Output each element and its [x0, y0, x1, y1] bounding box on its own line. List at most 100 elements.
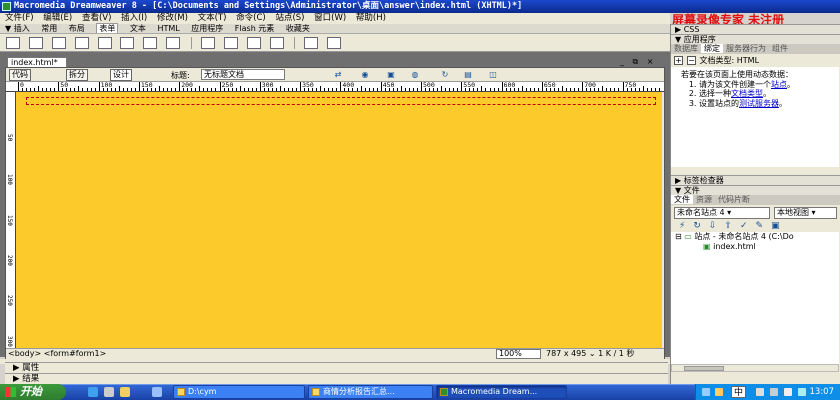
- moon-icon[interactable]: [756, 388, 764, 396]
- tag-selector[interactable]: <body> <form#form1>: [8, 349, 106, 359]
- ie-quicklaunch-icon[interactable]: [88, 387, 98, 397]
- globe-icon[interactable]: ◍: [408, 70, 422, 80]
- check-in-icon[interactable]: ✎: [756, 221, 764, 231]
- insert-tab-html[interactable]: HTML: [157, 24, 179, 33]
- volume-icon[interactable]: [798, 388, 806, 396]
- network-icon[interactable]: [702, 388, 710, 396]
- tree-file-index[interactable]: ▣ index.html: [671, 242, 839, 252]
- split-view-button[interactable]: 拆分: [66, 69, 88, 81]
- insert-bar-label[interactable]: ▼ 插入: [5, 24, 30, 33]
- menu-item-modify[interactable]: 修改(M): [157, 13, 188, 23]
- task-report[interactable]: 商情分析报告汇总...: [308, 385, 433, 399]
- show-desktop-icon[interactable]: [104, 387, 114, 397]
- tree-root[interactable]: ⊟ ▭ 站点 - 未命名站点 4 (C:\Do: [671, 232, 839, 242]
- menu-item-insert[interactable]: 插入(I): [121, 13, 147, 23]
- tag-inspector-header[interactable]: ▶ 标签检查器: [671, 175, 840, 185]
- hidden-field-icon[interactable]: [51, 37, 66, 49]
- label-icon[interactable]: [304, 37, 319, 49]
- punctuation-icon[interactable]: [770, 388, 778, 396]
- testing-server-link[interactable]: 测试服务器: [739, 99, 779, 108]
- minus-icon[interactable]: −: [687, 56, 696, 65]
- menu-item-commands[interactable]: 命令(C): [236, 13, 266, 23]
- results-panel-header[interactable]: ▶ 结果: [5, 373, 668, 384]
- doc-title-input[interactable]: [201, 69, 285, 80]
- scrollbar-thumb[interactable]: [684, 366, 724, 371]
- tab-components[interactable]: 组件: [769, 44, 791, 53]
- checkbox-icon[interactable]: [97, 37, 112, 49]
- ruler-tick: [594, 88, 596, 91]
- css-panel-header[interactable]: ▶ CSS: [671, 24, 840, 34]
- insert-tab-favorites[interactable]: 收藏夹: [286, 24, 310, 33]
- view-options-icon[interactable]: ▤: [461, 70, 475, 80]
- refresh-icon[interactable]: ↻: [438, 70, 452, 80]
- task-folder-cym[interactable]: D:\cym: [173, 385, 305, 399]
- site-link[interactable]: 站点: [771, 80, 787, 89]
- radio-button-icon[interactable]: [120, 37, 135, 49]
- image-field-icon[interactable]: [223, 37, 238, 49]
- menu-item-help[interactable]: 帮助(H): [356, 13, 386, 23]
- menu-item-edit[interactable]: 编辑(E): [43, 13, 72, 23]
- insert-tab-text[interactable]: 文本: [130, 24, 146, 33]
- menu-item-view[interactable]: 查看(V): [82, 13, 111, 23]
- ruler-tick: [477, 88, 479, 91]
- files-horizontal-scrollbar[interactable]: [671, 364, 839, 372]
- jump-menu-icon[interactable]: [200, 37, 215, 49]
- debug-browser-icon[interactable]: ▣: [384, 70, 398, 80]
- ruler-tick: [114, 88, 116, 91]
- tab-server-behaviors[interactable]: 服务器行为: [723, 44, 769, 53]
- put-files-icon[interactable]: ⇧: [724, 221, 732, 231]
- menu-item-text[interactable]: 文本(T): [198, 13, 227, 23]
- file-management-icon[interactable]: ⇄: [331, 70, 345, 80]
- check-out-icon[interactable]: ✓: [740, 221, 748, 231]
- tab-bindings[interactable]: 绑定: [701, 44, 723, 53]
- insert-tab-application[interactable]: 应用程序: [191, 24, 223, 33]
- start-button[interactable]: 开始: [0, 384, 66, 400]
- menu-item-window[interactable]: 窗口(W): [314, 13, 346, 23]
- insert-tab-forms[interactable]: 表单: [96, 23, 119, 33]
- ruler-tick: [195, 88, 197, 91]
- document-window-controls[interactable]: _ ⧉ ×: [620, 57, 657, 67]
- insert-tab-layout[interactable]: 布局: [69, 24, 85, 33]
- explorer-quicklaunch-icon[interactable]: [120, 387, 130, 397]
- plus-icon[interactable]: +: [674, 56, 683, 65]
- files-panel-header[interactable]: ▼ 文件: [671, 185, 840, 195]
- refresh-icon[interactable]: ↻: [693, 221, 701, 231]
- tab-files[interactable]: 文件: [671, 195, 693, 204]
- properties-panel-header[interactable]: ▶ 属性: [5, 362, 668, 373]
- visual-aids-icon[interactable]: ◫: [486, 70, 500, 80]
- preview-browser-icon[interactable]: ◉: [358, 70, 372, 80]
- doc-type-link[interactable]: 文档类型: [731, 89, 763, 98]
- form-icon[interactable]: [6, 37, 20, 49]
- fieldset-icon[interactable]: [327, 37, 342, 49]
- textarea-icon[interactable]: [74, 37, 89, 49]
- insert-tab-flash[interactable]: Flash 元素: [235, 24, 275, 33]
- tray-app-icon[interactable]: [715, 388, 723, 396]
- application-panel-header[interactable]: ▼ 应用程序: [671, 34, 840, 44]
- file-field-icon[interactable]: [246, 37, 261, 49]
- code-view-button[interactable]: 代码: [9, 69, 31, 81]
- text-field-icon[interactable]: [28, 37, 43, 49]
- radio-group-icon[interactable]: [143, 37, 158, 49]
- tab-assets[interactable]: 资源: [693, 195, 715, 204]
- get-files-icon[interactable]: ⇩: [709, 221, 717, 231]
- list-menu-icon[interactable]: [166, 37, 181, 49]
- form-outline[interactable]: [26, 97, 656, 105]
- design-view-button[interactable]: 设计: [110, 69, 132, 81]
- site-select[interactable]: 未命名站点 4 ▾: [674, 207, 770, 219]
- task-dreamweaver[interactable]: Macromedia Dream...: [436, 385, 567, 399]
- quicklaunch-expand-icon[interactable]: [152, 387, 162, 397]
- zoom-select[interactable]: 100%: [496, 349, 541, 359]
- tab-databases[interactable]: 数据库: [671, 44, 701, 53]
- expand-icon[interactable]: ▣: [771, 221, 780, 231]
- menu-item-site[interactable]: 站点(S): [275, 13, 304, 23]
- ruler-tick: [441, 86, 443, 91]
- connect-icon[interactable]: ⚡: [679, 221, 685, 231]
- ime-indicator[interactable]: 中: [731, 386, 747, 398]
- design-canvas[interactable]: [16, 92, 662, 348]
- keyboard-icon[interactable]: [784, 388, 792, 396]
- insert-tab-common[interactable]: 常用: [41, 24, 57, 33]
- tab-snippets[interactable]: 代码片断: [715, 195, 753, 204]
- button-icon[interactable]: [269, 37, 284, 49]
- view-select[interactable]: 本地视图 ▾: [774, 207, 837, 219]
- menu-item-file[interactable]: 文件(F): [5, 13, 34, 23]
